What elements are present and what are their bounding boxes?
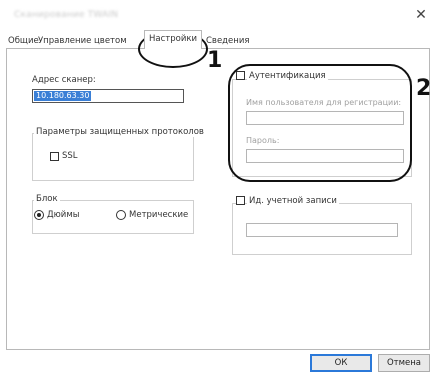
scanner-address-value: 10.180.63.30 xyxy=(34,91,92,101)
close-icon[interactable]: ✕ xyxy=(410,6,432,24)
cancel-button[interactable]: Отмена xyxy=(378,354,430,372)
callout-number-two: 2 xyxy=(416,76,432,101)
secure-protocols-title: Параметры защищенных протоколов xyxy=(34,127,206,137)
tab-settings[interactable]: Настройки xyxy=(144,30,203,49)
metric-radio[interactable] xyxy=(116,210,126,220)
callout-oval-auth xyxy=(228,64,412,182)
account-label: Ид. учетной записи xyxy=(247,196,339,206)
tab-general[interactable]: Общие xyxy=(8,34,39,48)
ssl-checkbox[interactable] xyxy=(50,152,59,161)
ok-button[interactable]: ОК xyxy=(310,354,372,372)
metric-label: Метрические xyxy=(129,210,189,220)
radio-selected-dot xyxy=(37,213,41,217)
ssl-label: SSL xyxy=(62,151,78,161)
window-title: Сканирование TWAIN xyxy=(14,10,119,20)
tab-bar: Общие Управление цветом Настройки Сведен… xyxy=(0,30,434,49)
account-input[interactable] xyxy=(246,223,398,237)
title-bar: Сканирование TWAIN ✕ xyxy=(0,0,434,30)
callout-number-one: 1 xyxy=(207,48,223,73)
scanner-address-input[interactable]: 10.180.63.30 xyxy=(32,89,184,103)
inches-radio[interactable] xyxy=(34,210,44,220)
account-checkbox[interactable] xyxy=(236,196,245,205)
units-title: Блок xyxy=(34,194,60,204)
inches-label: Дюймы xyxy=(47,210,80,220)
tab-color-management[interactable]: Управление цветом xyxy=(38,34,127,48)
scanner-address-label: Адрес сканер: xyxy=(32,75,96,85)
tab-info[interactable]: Сведения xyxy=(206,34,249,48)
